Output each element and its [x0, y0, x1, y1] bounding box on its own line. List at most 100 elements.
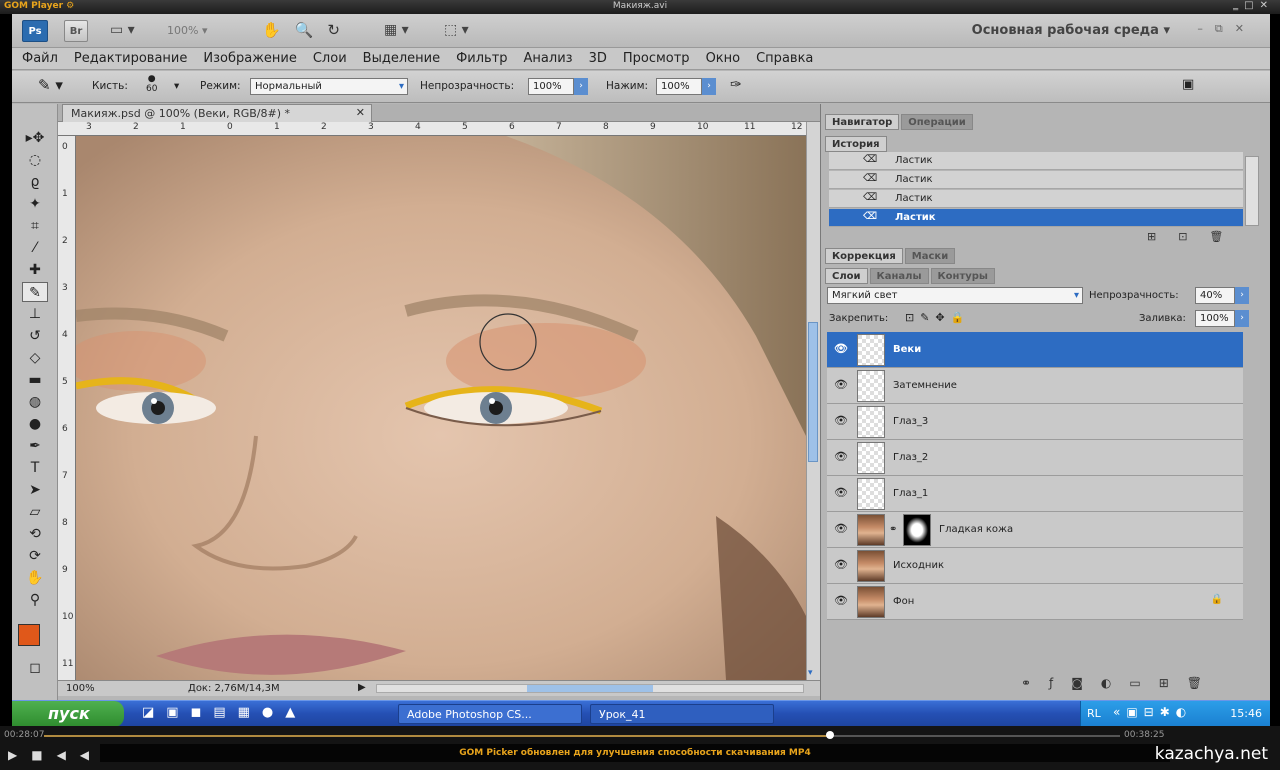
gradient-tool-icon[interactable]: ▬	[22, 370, 48, 390]
menu-item[interactable]: Фильтр	[456, 51, 507, 66]
arrange-icon[interactable]: ▦ ▾	[384, 22, 409, 38]
brush-picker-arrow[interactable]: ▾	[174, 80, 179, 92]
history-item[interactable]: ⌫ Ластик	[829, 190, 1243, 208]
ps-window-buttons[interactable]: –⧉✕	[1197, 22, 1256, 36]
close-icon[interactable]: ✕	[356, 106, 365, 119]
document-canvas[interactable]	[76, 136, 806, 680]
eye-icon[interactable]: 👁	[833, 414, 849, 428]
3d-orbit-icon[interactable]: ⟳	[22, 546, 48, 566]
menu-item[interactable]: Просмотр	[623, 51, 690, 66]
play-button[interactable]: ▶	[8, 748, 31, 762]
3d-rotate-icon[interactable]: ⟲	[22, 524, 48, 544]
language-indicator[interactable]: RL	[1087, 707, 1101, 720]
chain-link-icon[interactable]: ⚭	[889, 524, 897, 535]
history-item[interactable]: ⌫ Ластик	[829, 152, 1243, 170]
task-folder[interactable]: Урок_41	[590, 704, 774, 724]
eyedropper-icon[interactable]: ⁄	[22, 238, 48, 258]
pressure-arrow[interactable]: ›	[702, 78, 716, 95]
menu-item[interactable]: Выделение	[363, 51, 440, 66]
seek-handle[interactable]	[826, 731, 834, 739]
layer-row[interactable]: 👁 Глаз_2	[827, 440, 1243, 476]
lock-icons[interactable]: ⊡✎✥🔒	[905, 311, 970, 324]
h-scroll-thumb[interactable]	[527, 685, 653, 692]
tab-history[interactable]: История	[825, 136, 887, 152]
hand-icon[interactable]: ✋	[262, 21, 295, 39]
layer-row[interactable]: 👁 Исходник	[827, 548, 1243, 584]
layer-row[interactable]: 👁 Глаз_1	[827, 476, 1243, 512]
menu-item[interactable]: 3D	[589, 51, 607, 66]
eye-icon[interactable]: 👁	[833, 450, 849, 464]
pen-tool-icon[interactable]: ✒	[22, 436, 48, 456]
opacity-input[interactable]: 100%	[528, 78, 574, 95]
zoom-icon[interactable]: 🔍	[295, 21, 328, 39]
eye-icon[interactable]: 👁	[833, 486, 849, 500]
quick-select-icon[interactable]: ✦	[22, 194, 48, 214]
scroll-down-icon[interactable]: ▾	[808, 668, 813, 678]
rotate-icon[interactable]: ↻	[327, 21, 354, 39]
menu-item[interactable]: Слои	[313, 51, 347, 66]
quick-mask-icon[interactable]: ◻	[22, 658, 48, 678]
blur-tool-icon[interactable]: ◍	[22, 392, 48, 412]
panel-tab[interactable]: Слои	[825, 268, 868, 284]
crop-tool-icon[interactable]: ⌗	[22, 216, 48, 236]
task-photoshop[interactable]: Adobe Photoshop CS...	[398, 704, 582, 724]
prev-button[interactable]: ◀◀	[57, 748, 103, 762]
panel-tab[interactable]: Навигатор	[825, 114, 900, 130]
eye-icon[interactable]: 👁	[833, 522, 849, 536]
layer-row[interactable]: 👁 ⚭ Гладкая кожа	[827, 512, 1243, 548]
status-arrow-icon[interactable]: ▶	[358, 682, 366, 693]
layer-row[interactable]: 👁 Веки	[827, 332, 1243, 368]
stop-button[interactable]: ■	[31, 748, 56, 762]
fill-input[interactable]: 100%	[1195, 310, 1235, 327]
brush-tool-preset-icon[interactable]: ✎ ▾	[38, 76, 63, 94]
panel-toggle-icon[interactable]: ▣	[1182, 77, 1194, 92]
healing-brush-icon[interactable]: ✚	[22, 260, 48, 280]
move-tool-icon[interactable]: ▸✥	[22, 128, 48, 148]
app-tools[interactable]: ✋🔍↻	[262, 21, 354, 39]
start-button[interactable]: пуск	[12, 701, 124, 727]
scroll-thumb[interactable]	[808, 322, 818, 462]
quick-launch[interactable]: ◪▣◼▤▦●▲	[142, 705, 307, 720]
mode-select[interactable]: Нормальный ▾	[250, 78, 408, 95]
layer-row[interactable]: 👁 Глаз_3	[827, 404, 1243, 440]
screen-mode-icon[interactable]: ⬚ ▾	[444, 22, 469, 38]
type-tool-icon[interactable]: T	[22, 458, 48, 478]
eye-icon[interactable]: 👁	[833, 558, 849, 572]
dodge-tool-icon[interactable]: ●	[22, 414, 48, 434]
opacity-arrow[interactable]: ›	[574, 78, 588, 95]
fill-arrow[interactable]: ›	[1235, 310, 1249, 327]
eye-icon[interactable]: 👁	[833, 342, 849, 356]
foreground-color-swatch[interactable]	[18, 624, 40, 646]
layer-row[interactable]: 👁 Фон 🔒	[827, 584, 1243, 620]
menu-item[interactable]: Редактирование	[74, 51, 187, 66]
zoom-tool-icon[interactable]: ⚲	[22, 590, 48, 610]
brush-picker[interactable]: ● 60	[146, 74, 157, 94]
status-zoom[interactable]: 100%	[66, 683, 95, 694]
panel-tab[interactable]: Контуры	[930, 268, 995, 284]
hand-tool-icon[interactable]: ✋	[22, 568, 48, 588]
history-scrollbar[interactable]	[1245, 156, 1259, 226]
path-select-icon[interactable]: ➤	[22, 480, 48, 500]
menu-item[interactable]: Окно	[706, 51, 741, 66]
stamp-tool-icon[interactable]: ⊥	[22, 304, 48, 324]
menu-item[interactable]: Анализ	[524, 51, 573, 66]
bridge-button[interactable]: Br	[64, 20, 88, 42]
layers-actions[interactable]: ⚭ƒ◙◐▭⊞🗑	[1021, 676, 1220, 690]
zoom-select[interactable]: 100% ▾	[167, 24, 207, 37]
history-item[interactable]: ⌫ Ластик	[829, 171, 1243, 189]
gom-window-buttons[interactable]: ‗□✕	[1233, 0, 1274, 11]
blend-mode-select[interactable]: Мягкий свет ▾	[827, 287, 1083, 304]
panel-tab[interactable]: Каналы	[869, 268, 929, 284]
workspace-selector[interactable]: Основная рабочая среда ▾	[972, 23, 1170, 38]
airbrush-icon[interactable]: ✑	[730, 77, 742, 93]
layer-opacity-input[interactable]: 40%	[1195, 287, 1235, 304]
eye-icon[interactable]: 👁	[833, 594, 849, 608]
menu-item[interactable]: Изображение	[203, 51, 296, 66]
layer-opacity-arrow[interactable]: ›	[1235, 287, 1249, 304]
history-actions[interactable]: ⊞⊡🗑	[1147, 230, 1245, 243]
view-extras-icon[interactable]: ▭ ▾	[110, 22, 135, 38]
horizontal-scrollbar[interactable]	[376, 684, 804, 693]
tray-icons[interactable]: «▣⊟✱◐	[1113, 705, 1192, 719]
history-brush-icon[interactable]: ↺	[22, 326, 48, 346]
marquee-tool-icon[interactable]: ◌	[22, 150, 48, 170]
